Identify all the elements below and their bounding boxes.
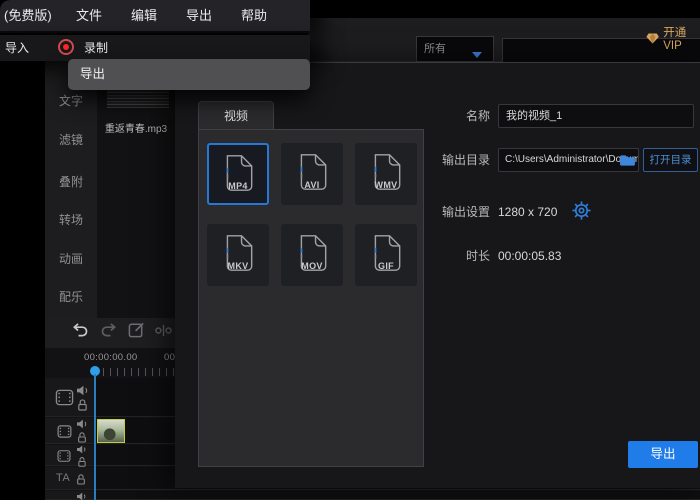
timeline-ruler[interactable] (96, 368, 175, 376)
redo-icon[interactable] (100, 322, 119, 337)
media-panel: 重返青春.mp3 (97, 58, 175, 318)
format-tile-mkv[interactable]: MKV (207, 224, 269, 286)
timeline-timecode-next: 00 (164, 352, 175, 363)
export-button[interactable]: 导出 (628, 441, 698, 468)
format-tile-gif[interactable]: GIF (355, 224, 417, 286)
lock-icon[interactable] (77, 456, 87, 467)
edition-label: (免费版) (4, 0, 52, 31)
track-header-audio[interactable] (45, 491, 94, 500)
gear-icon[interactable] (571, 200, 592, 221)
sidebar-item-filter[interactable]: 滤镜 (45, 131, 97, 148)
format-label: AVI (282, 180, 342, 190)
timeline-clip-thumbnail[interactable] (97, 419, 125, 443)
menu-item-record[interactable]: 录制 (84, 35, 108, 61)
resolution-value: 1280 x 720 (498, 200, 557, 224)
folder-icon[interactable] (619, 154, 636, 167)
track-header-video2[interactable] (45, 418, 94, 444)
format-tile-mp4[interactable]: MP4 (207, 143, 269, 205)
film-icon (55, 388, 74, 407)
output-dir-label: 输出目录 (422, 148, 490, 172)
format-label: MKV (208, 261, 268, 271)
output-settings-label: 输出设置 (422, 200, 490, 224)
speaker-icon[interactable] (76, 419, 88, 429)
track-header-video1[interactable] (45, 378, 94, 417)
vip-label: 开通VIP (663, 24, 700, 52)
speaker-icon[interactable] (76, 492, 87, 500)
film-icon (57, 424, 72, 439)
open-dir-button[interactable]: 打开目录 (643, 148, 698, 172)
playhead-line (94, 374, 96, 500)
format-tile-mov[interactable]: MOV (281, 224, 343, 286)
menu-dropdown-export[interactable]: 导出 (68, 59, 310, 90)
menu-item-edit[interactable]: 编辑 (131, 0, 157, 31)
undo-icon[interactable] (70, 322, 89, 337)
record-icon[interactable] (58, 39, 74, 55)
menu-bar: (免费版) 文件 编辑 导出 帮助 (0, 0, 310, 33)
lock-icon[interactable] (77, 398, 88, 411)
lock-icon[interactable] (76, 473, 86, 485)
sidebar-item-overlay[interactable]: 叠附 (45, 173, 97, 190)
format-tile-avi[interactable]: AVI (281, 143, 343, 205)
audio-waveform-thumbnail[interactable] (107, 89, 169, 108)
export-dialog: 视频 MP4 AVI WMV MKV MOV GIF 名称 我的视频_1 (175, 62, 700, 488)
track-lane-audio[interactable] (94, 491, 700, 500)
format-tile-wmv[interactable]: WMV (355, 143, 417, 205)
menu-item-import[interactable]: 导入 (5, 35, 29, 61)
lock-icon[interactable] (77, 431, 87, 443)
name-input[interactable]: 我的视频_1 (498, 104, 694, 128)
record-dot (63, 44, 69, 50)
film-icon (57, 449, 71, 463)
menu-item-file[interactable]: 文件 (76, 0, 102, 31)
sidebar-item-music[interactable]: 配乐 (45, 288, 97, 305)
duration-value: 00:00:05.83 (498, 244, 561, 268)
menu-item-help[interactable]: 帮助 (241, 0, 267, 31)
format-label: MP4 (209, 181, 267, 191)
sidebar-item-text[interactable]: 文字 (45, 92, 97, 109)
speaker-icon[interactable] (76, 385, 89, 396)
vip-gem-icon (646, 32, 659, 45)
name-label: 名称 (422, 104, 490, 128)
audio-file-name: 重返青春.mp3 (97, 120, 175, 135)
format-label: GIF (356, 261, 416, 271)
output-dir-input[interactable]: C:\Users\Administrator\Document (498, 148, 639, 172)
edit-icon[interactable] (128, 321, 145, 338)
app-window: 所有 开通VIP 文字 滤镜 叠附 转场 动画 配乐 重返青春.mp3 00:0… (0, 0, 700, 500)
vip-button[interactable]: 开通VIP (646, 24, 700, 52)
media-filter-value: 所有 (424, 43, 446, 55)
sidebar-item-transition[interactable]: 转场 (45, 211, 97, 228)
sidebar-item-animation[interactable]: 动画 (45, 250, 97, 267)
format-label: MOV (282, 261, 342, 271)
duration-label: 时长 (422, 244, 490, 268)
media-filter-dropdown[interactable]: 所有 (416, 36, 494, 62)
file-menu-row: 导入 录制 (0, 35, 310, 61)
chevron-down-icon (472, 52, 482, 58)
timeline-timecode: 00:00:00.00 (84, 352, 138, 363)
menu-item-export[interactable]: 导出 (186, 0, 212, 31)
sidebar: 文字 滤镜 叠附 转场 动画 配乐 (45, 58, 97, 318)
track-header-video3[interactable] (45, 445, 94, 466)
track-header-text[interactable]: TA (45, 467, 94, 490)
split-icon[interactable] (154, 324, 173, 337)
text-track-icon: TA (56, 472, 70, 484)
speaker-icon[interactable] (76, 445, 87, 454)
tab-video[interactable]: 视频 (198, 101, 274, 130)
format-label: WMV (356, 180, 416, 190)
